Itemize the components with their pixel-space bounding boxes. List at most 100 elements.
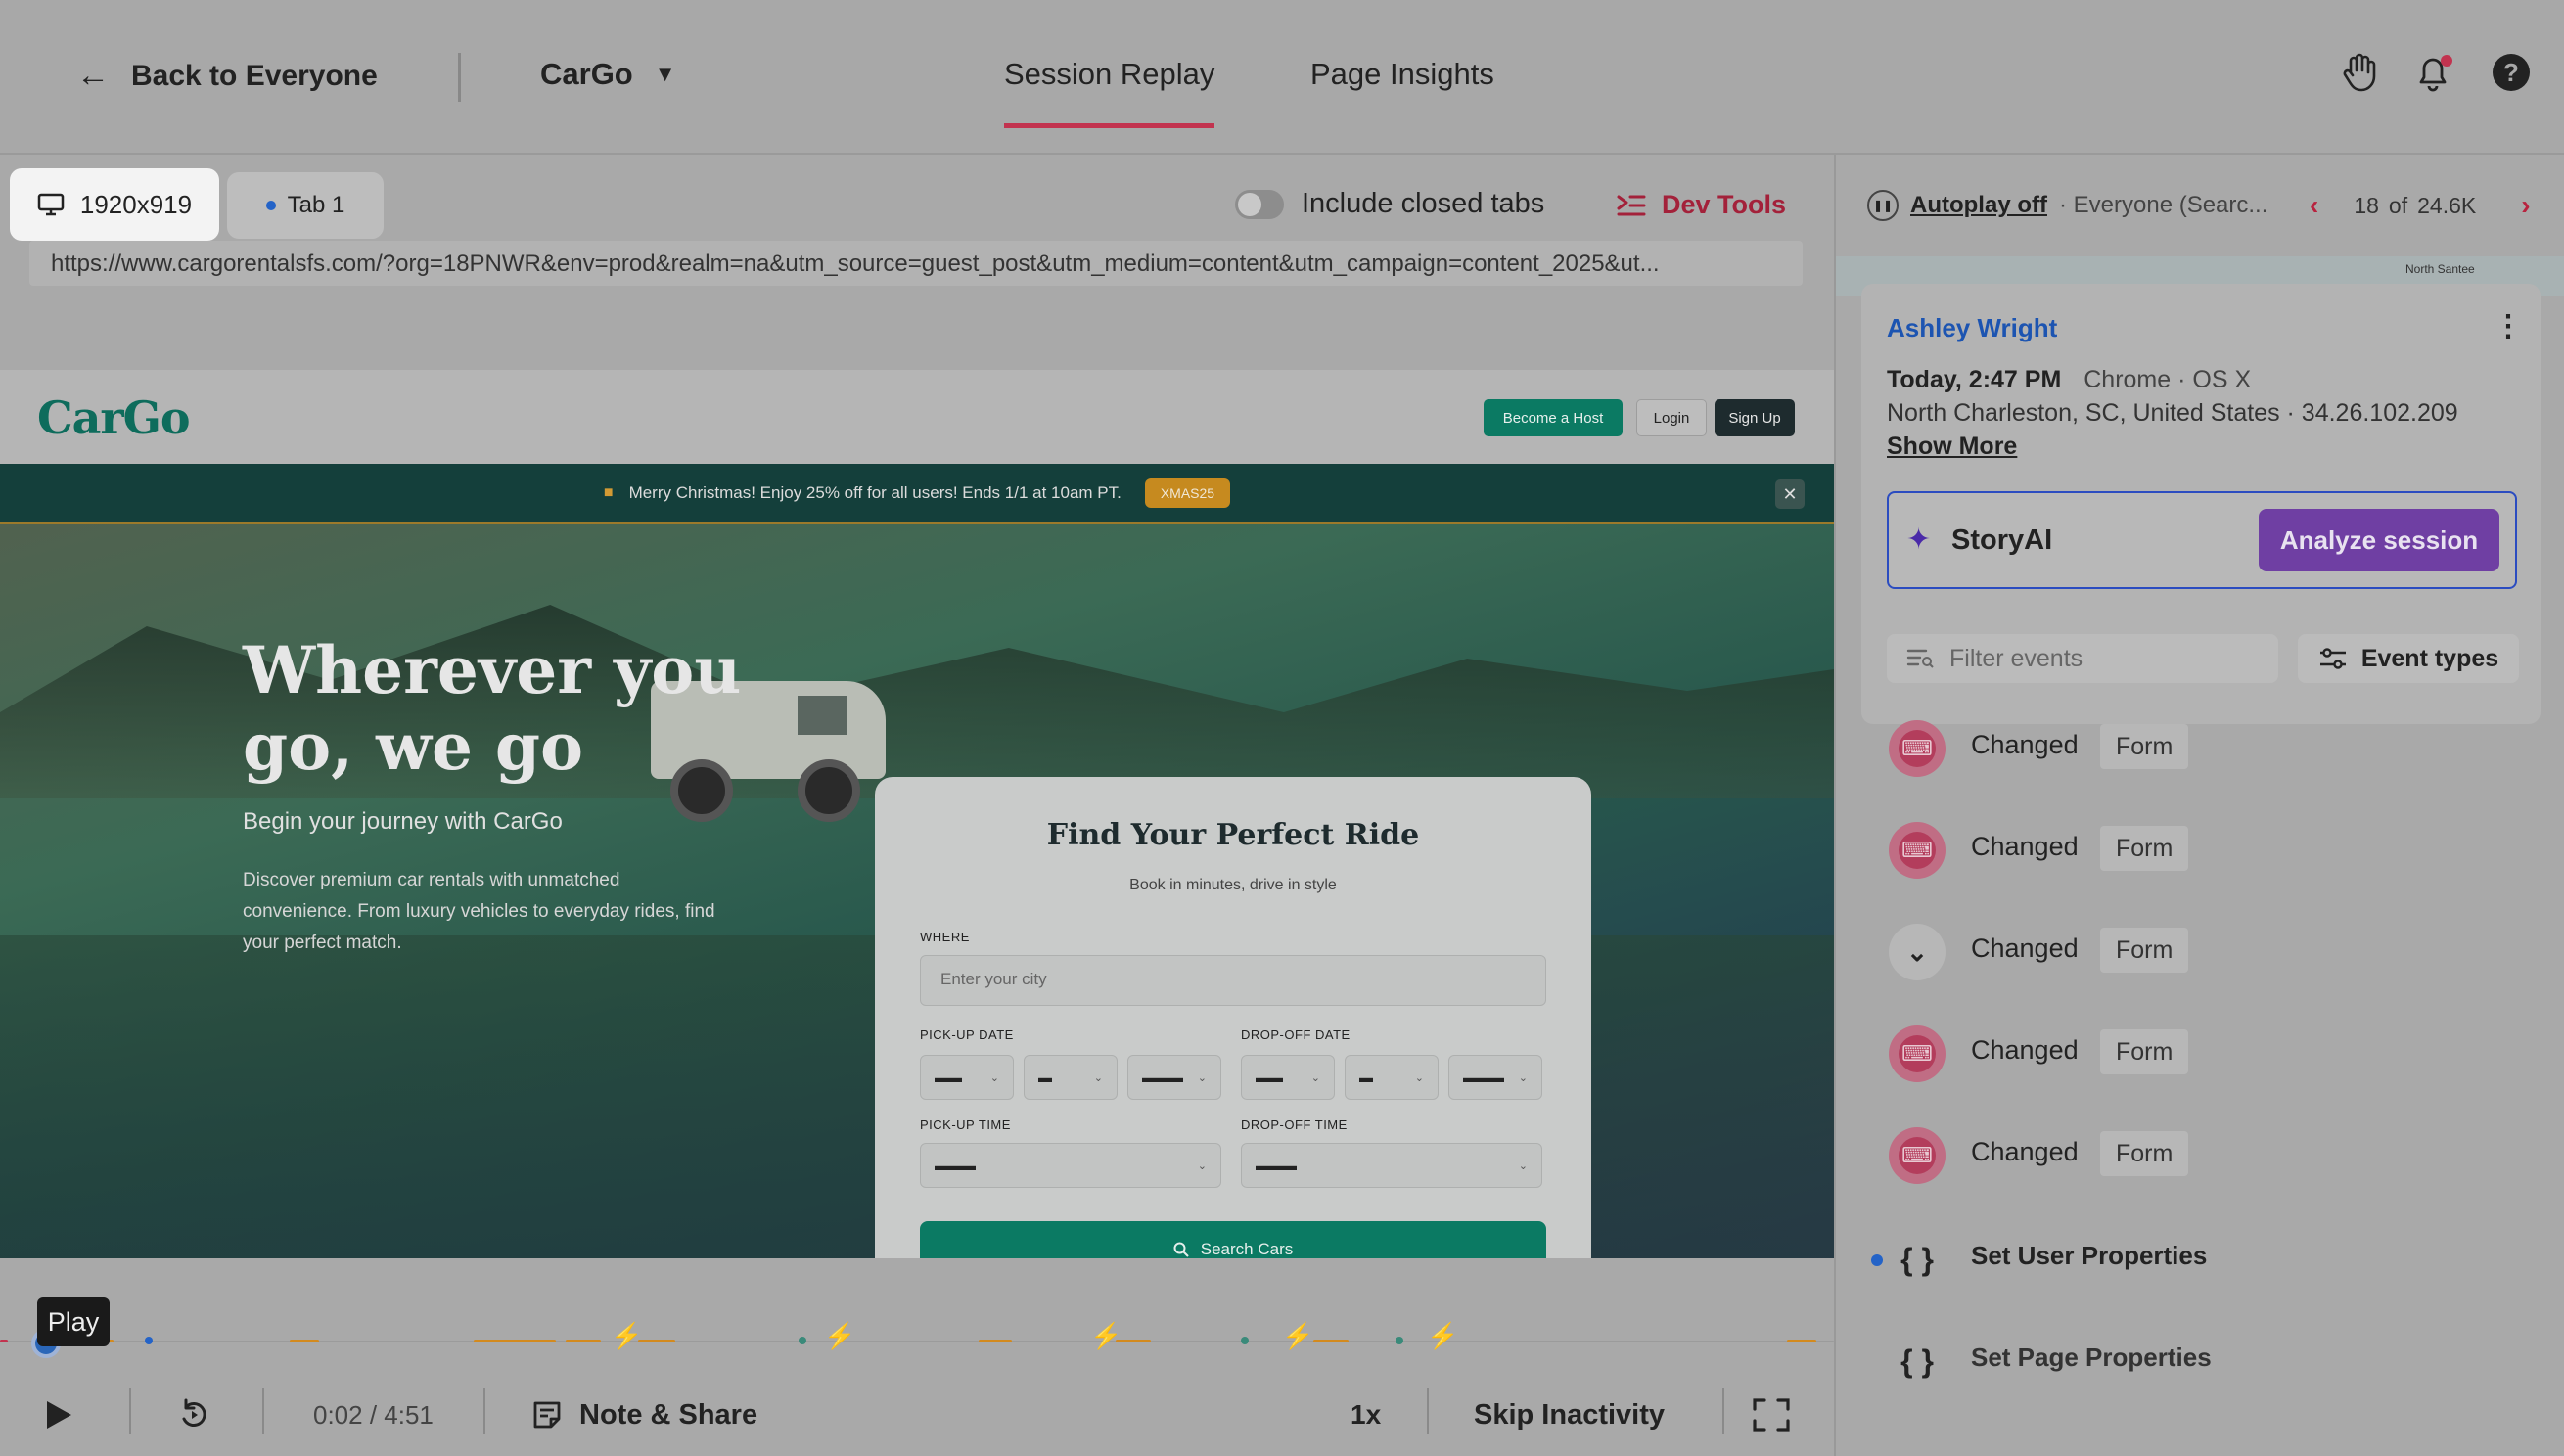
- help-glyph: ?: [2493, 54, 2530, 91]
- filter-placeholder: Filter events: [1949, 644, 2083, 672]
- chevron-left-icon[interactable]: ‹: [2310, 190, 2318, 221]
- dev-tools-button[interactable]: Dev Tools: [1617, 190, 1786, 220]
- chevron-down-icon: ▼: [654, 62, 676, 86]
- timeline-segment: [566, 1340, 601, 1342]
- replay-button[interactable]: [178, 1391, 211, 1438]
- search-cars-label: Search Cars: [1200, 1240, 1294, 1258]
- more-options-icon[interactable]: ⋮: [2494, 309, 2523, 343]
- help-icon[interactable]: ?: [2490, 51, 2533, 94]
- event-row[interactable]: ⌄ Changed Form: [1836, 914, 2564, 992]
- back-to-everyone-link[interactable]: ← Back to Everyone: [76, 57, 378, 95]
- chevron-down-icon: ⌄: [1889, 924, 1946, 980]
- divider: [483, 1388, 485, 1434]
- sign-up-button[interactable]: Sign Up: [1715, 399, 1795, 436]
- event-row[interactable]: ⌨ Changed Form: [1836, 1117, 2564, 1196]
- back-label: Back to Everyone: [131, 59, 378, 92]
- select-value: ▬▬▬: [1142, 1069, 1183, 1085]
- chevron-right-icon[interactable]: ›: [2521, 190, 2530, 221]
- segment-label: · Everyone (Searc...: [2058, 192, 2268, 218]
- site-header: CarGo Become a Host Login Sign Up: [0, 370, 1834, 464]
- tab-session-replay[interactable]: Session Replay: [1004, 57, 1215, 128]
- event-types-button[interactable]: Event types: [2298, 634, 2519, 683]
- fullscreen-button[interactable]: [1752, 1391, 1791, 1438]
- skip-inactivity-button[interactable]: Skip Inactivity: [1474, 1391, 1665, 1438]
- chevron-down-icon: ⌄: [989, 1071, 999, 1084]
- dropoff-time-select[interactable]: ▬▬▬ ⌄: [1241, 1143, 1542, 1188]
- show-more-link[interactable]: Show More: [1887, 432, 2017, 461]
- sliders-icon: [2319, 648, 2346, 669]
- pickup-time-label: PICK-UP TIME: [920, 1117, 1011, 1132]
- timeline-progress: [0, 1340, 8, 1342]
- timeline-segment: [979, 1340, 1012, 1342]
- card-subtitle: Book in minutes, drive in style: [1129, 877, 1337, 893]
- keyboard-icon: ⌨: [1889, 822, 1946, 879]
- search-card: Find Your Perfect Ride Book in minutes, …: [875, 777, 1591, 1258]
- become-a-host-button[interactable]: Become a Host: [1484, 399, 1623, 436]
- player-controls: 0:02 / 4:51 Note & Share 1x Skip Inactiv…: [0, 1374, 1834, 1456]
- dropoff-day-select[interactable]: ▬ ⌄: [1345, 1055, 1439, 1100]
- event-row[interactable]: { } Set Page Properties: [1836, 1323, 2564, 1401]
- filter-list-icon: [1906, 649, 1934, 668]
- url-bar: https://www.cargorentalsfs.com/?org=18PN…: [29, 241, 1803, 286]
- replay-icon: [182, 1398, 206, 1427]
- fullscreen-icon: [1753, 1398, 1790, 1432]
- chevron-down-icon: ⌄: [1518, 1071, 1528, 1084]
- event-row[interactable]: ⌨ Changed Form: [1836, 812, 2564, 890]
- select-value: ▬▬▬: [1256, 1158, 1297, 1173]
- tab-1-selector[interactable]: Tab 1: [227, 172, 384, 239]
- pickup-time-select[interactable]: ▬▬▬ ⌄: [920, 1143, 1221, 1188]
- login-button[interactable]: Login: [1636, 399, 1707, 436]
- app-selector[interactable]: CarGo ▼: [540, 57, 676, 92]
- autoplay-control[interactable]: ❚❚ Autoplay off · Everyone (Searc...: [1867, 190, 2267, 221]
- resolution-selector[interactable]: 1920x919: [10, 168, 219, 241]
- pickup-date-label: PICK-UP DATE: [920, 1027, 1014, 1042]
- site-logo: CarGo: [37, 391, 191, 444]
- autoplay-label[interactable]: Autoplay off: [1910, 192, 2047, 219]
- speed-button[interactable]: 1x: [1351, 1391, 1381, 1438]
- promo-code: XMAS25: [1144, 478, 1231, 508]
- dropoff-month-select[interactable]: ▬▬ ⌄: [1241, 1055, 1335, 1100]
- where-input[interactable]: Enter your city: [920, 955, 1546, 1006]
- replay-timeline[interactable]: ⚡ ⚡ ⚡ ⚡ ⚡: [0, 1321, 1834, 1350]
- hand-icon[interactable]: [2339, 51, 2382, 94]
- select-value: ▬▬▬: [1463, 1069, 1504, 1085]
- pickup-day-select[interactable]: ▬ ⌄: [1024, 1055, 1118, 1100]
- pickup-year-select[interactable]: ▬▬▬ ⌄: [1127, 1055, 1221, 1100]
- card-title: Find Your Perfect Ride: [1046, 818, 1420, 852]
- analyze-session-button[interactable]: Analyze session: [2259, 509, 2499, 571]
- note-share-button[interactable]: Note & Share: [532, 1391, 757, 1438]
- user-name-link[interactable]: Ashley Wright: [1887, 313, 2057, 343]
- event-row[interactable]: { } Set User Properties: [1836, 1221, 2564, 1299]
- event-name: Changed: [1971, 1035, 2079, 1065]
- include-closed-tabs[interactable]: Include closed tabs: [1235, 188, 1544, 220]
- braces-icon: { }: [1900, 1342, 1934, 1379]
- tab-page-insights[interactable]: Page Insights: [1310, 57, 1494, 92]
- include-closed-tabs-toggle[interactable]: [1235, 189, 1284, 219]
- dropoff-time-label: DROP-OFF TIME: [1241, 1117, 1348, 1132]
- timeline-marker: [799, 1337, 806, 1344]
- play-button[interactable]: [43, 1391, 74, 1438]
- close-icon[interactable]: ✕: [1775, 479, 1805, 509]
- chevron-down-icon: ⌄: [1414, 1071, 1424, 1084]
- bell-icon[interactable]: [2411, 51, 2454, 94]
- dev-tools-label: Dev Tools: [1662, 190, 1787, 219]
- note-icon: [533, 1401, 561, 1429]
- page-total: 24.6K: [2417, 192, 2477, 218]
- search-cars-button[interactable]: Search Cars: [920, 1221, 1546, 1258]
- event-name: Changed: [1971, 730, 2079, 759]
- pickup-month-select[interactable]: ▬▬ ⌄: [920, 1055, 1014, 1100]
- search-icon: [1173, 1242, 1189, 1257]
- event-row[interactable]: ⌨ Changed Form: [1836, 1016, 2564, 1094]
- current-event-dot: [1871, 1254, 1883, 1266]
- filter-events-input[interactable]: Filter events: [1887, 634, 2278, 683]
- dropoff-year-select[interactable]: ▬▬▬ ⌄: [1448, 1055, 1542, 1100]
- session-sidebar: ❚❚ Autoplay off · Everyone (Searc... ‹ 1…: [1834, 155, 2564, 1456]
- where-label: WHERE: [920, 930, 970, 944]
- timeline-marker: [1241, 1337, 1249, 1344]
- storyai-panel: ✦ StoryAI Analyze session: [1887, 491, 2517, 589]
- event-row[interactable]: ⌨ Changed Form: [1836, 710, 2564, 789]
- storyai-label: StoryAI: [1951, 524, 2053, 556]
- tab-label: Tab 1: [287, 192, 345, 218]
- hero-title: Wherever you go, we go: [243, 632, 742, 785]
- timeline-segment: [1116, 1340, 1151, 1342]
